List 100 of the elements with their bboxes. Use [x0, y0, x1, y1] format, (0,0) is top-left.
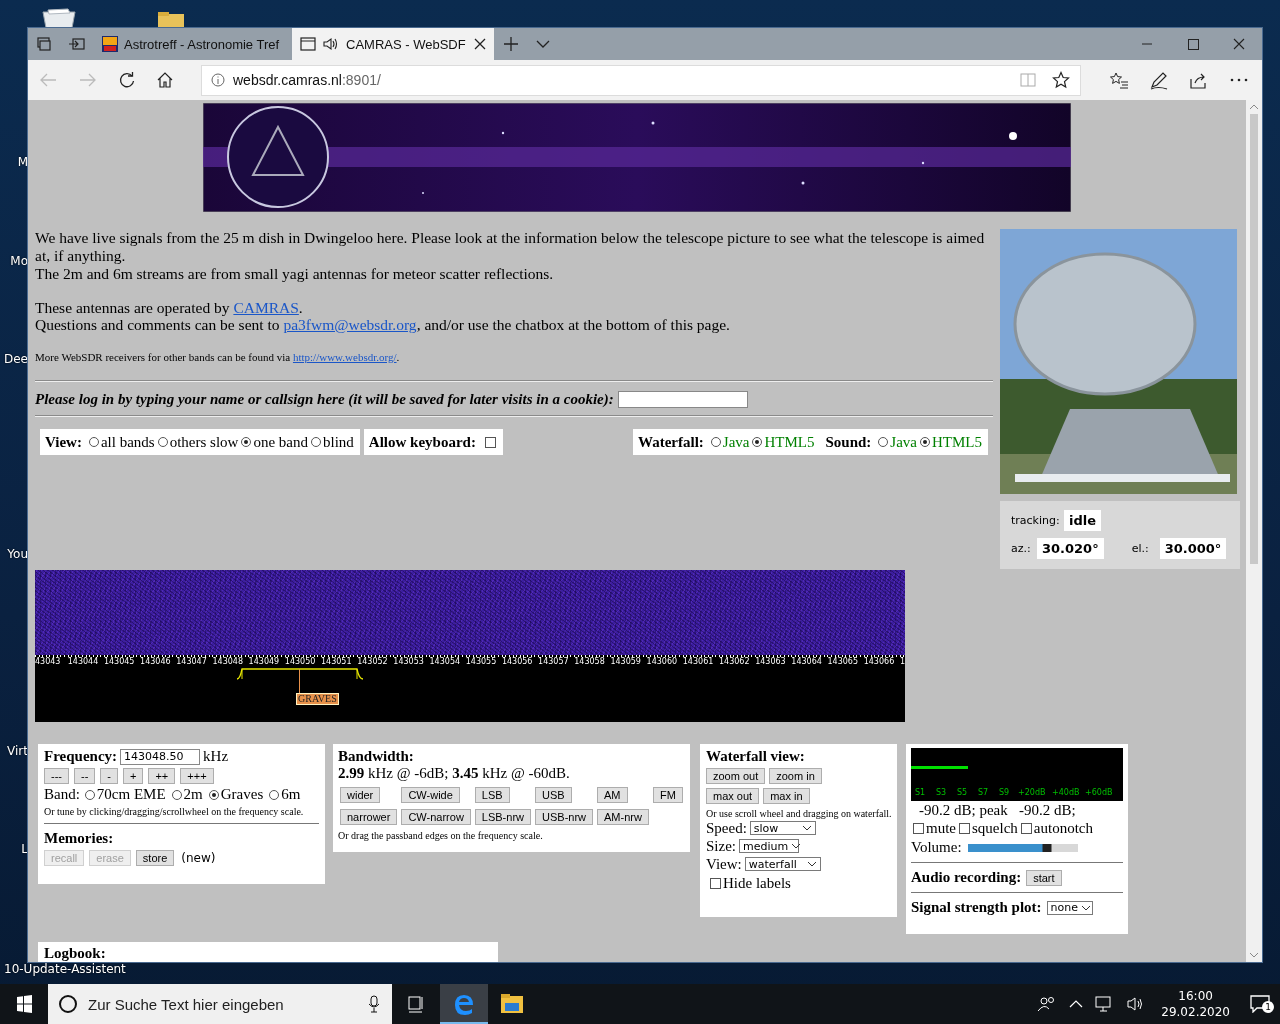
refresh-icon[interactable]: [118, 71, 136, 89]
notification-icon[interactable]: [1250, 995, 1270, 1013]
desktop-icon-label[interactable]: Mo: [10, 254, 28, 268]
desktop-icon-label[interactable]: L: [21, 842, 28, 856]
dropdown[interactable]: waterfall: [744, 857, 821, 871]
checkbox-label[interactable]: autonotch: [1033, 819, 1093, 837]
browser-app-icon[interactable]: [440, 984, 488, 1024]
step-button[interactable]: ---: [44, 768, 69, 784]
volume-slider[interactable]: [967, 843, 1078, 852]
new-tab-icon[interactable]: [503, 36, 519, 52]
radio-button[interactable]: [171, 789, 182, 800]
star-icon[interactable]: [1052, 71, 1070, 89]
mode-button[interactable]: CW-narrow: [401, 809, 471, 825]
step-button[interactable]: ++: [148, 768, 176, 784]
checkbox-label[interactable]: squelch: [972, 819, 1018, 837]
mode-button[interactable]: LSB-nrw: [474, 809, 531, 825]
name-input-field[interactable]: [617, 390, 748, 408]
zoom-button[interactable]: zoom out: [706, 768, 766, 784]
radio-label[interactable]: 70cm EME: [96, 786, 166, 803]
memory-button[interactable]: store: [135, 850, 175, 866]
link[interactable]: http://www.websdr.org/: [292, 351, 397, 363]
radio-button[interactable]: [88, 437, 99, 447]
microphone-icon[interactable]: [368, 995, 380, 1013]
checkbox[interactable]: [913, 822, 924, 834]
radio-label[interactable]: HTML5: [932, 433, 982, 451]
radio-button[interactable]: [752, 437, 763, 447]
share-icon[interactable]: [1189, 71, 1209, 89]
radio-button[interactable]: [920, 437, 930, 447]
radio-label[interactable]: HTML5: [764, 433, 815, 451]
mode-button[interactable]: AM-nrw: [597, 809, 649, 825]
clock-date[interactable]: 29.02.2020: [1161, 1004, 1230, 1020]
set-tabs-aside-icon[interactable]: [68, 36, 86, 52]
radio-button[interactable]: [208, 789, 219, 800]
mode-button[interactable]: LSB: [474, 787, 510, 803]
start-button[interactable]: start: [1026, 869, 1062, 886]
radio-button[interactable]: [878, 437, 889, 447]
caret-icon[interactable]: [535, 39, 551, 49]
home-icon[interactable]: [156, 71, 174, 89]
tab-overview-icon[interactable]: [36, 36, 52, 52]
browser-tab[interactable]: Astrotreff - Astronomie Tref: [94, 28, 292, 60]
radio-button[interactable]: [269, 789, 280, 800]
chevron-up-icon[interactable]: [1069, 999, 1084, 1009]
checkbox-label[interactable]: mute: [926, 819, 956, 837]
waterfall-display[interactable]: 43043 143044 143045 143046 143047 143048 143049 143050 143051 143052 143053 143054 143055 143056 143057 143058 143059 143060 143061 143062 143063 143064 143065 143066 1 GRAVES: [35, 570, 905, 722]
checkbox[interactable]: [959, 822, 970, 834]
radio-button[interactable]: [157, 437, 168, 447]
dropdown[interactable]: none: [1046, 900, 1093, 915]
zoom-button[interactable]: max in: [763, 788, 810, 804]
checkbox[interactable]: [484, 436, 496, 448]
mode-button[interactable]: USB: [535, 787, 572, 803]
mode-button[interactable]: narrower: [340, 809, 398, 825]
desktop-icon-label[interactable]: You: [7, 547, 28, 561]
dropdown[interactable]: medium: [739, 839, 799, 853]
radio-button[interactable]: [241, 437, 252, 447]
browser-tab[interactable]: CAMRAS - WebSDF: [292, 28, 494, 60]
more-icon[interactable]: [1229, 77, 1249, 83]
step-button[interactable]: +++: [180, 768, 214, 784]
radio-label[interactable]: Java: [722, 433, 750, 451]
favorites-list-icon[interactable]: [1109, 71, 1129, 89]
zoom-button[interactable]: max out: [706, 788, 760, 804]
mode-button[interactable]: AM: [597, 787, 628, 803]
link[interactable]: CAMRAS: [233, 299, 299, 316]
step-button[interactable]: --: [74, 768, 96, 784]
mode-button[interactable]: CW-wide: [401, 787, 460, 803]
radio-button[interactable]: [710, 437, 721, 447]
folder-icon[interactable]: [158, 12, 184, 28]
search-field[interactable]: Zur Suche Text hier eingeben: [48, 984, 392, 1024]
mode-button[interactable]: FM: [652, 787, 683, 803]
zoom-button[interactable]: zoom in: [769, 768, 822, 784]
frequency-input-field[interactable]: 143048.50: [120, 748, 201, 765]
speaker-icon[interactable]: [322, 37, 340, 51]
radio-label[interactable]: Java: [890, 433, 917, 451]
desktop-icon-label[interactable]: Dee: [4, 352, 28, 366]
step-button[interactable]: +: [123, 768, 144, 784]
passband-marker[interactable]: [236, 668, 364, 680]
checkbox[interactable]: [710, 878, 721, 889]
radio-button[interactable]: [311, 437, 321, 447]
scroll-up-icon[interactable]: [1249, 104, 1259, 110]
address-bar[interactable]: websdr.camras.nl:8901/: [201, 64, 1081, 96]
desktop-icon-label[interactable]: M: [17, 155, 28, 169]
scroll-down-icon[interactable]: [1249, 952, 1259, 958]
checkbox[interactable]: [1020, 822, 1032, 834]
pen-icon[interactable]: [1149, 70, 1169, 90]
radio-label[interactable]: blind: [323, 433, 354, 451]
radio-label[interactable]: 6m: [281, 786, 301, 803]
close-icon[interactable]: [474, 38, 486, 50]
radio-button[interactable]: [84, 789, 95, 800]
clock-time[interactable]: 16:00: [1178, 988, 1213, 1004]
station-label[interactable]: GRAVES: [296, 693, 339, 705]
mode-button[interactable]: wider: [340, 787, 381, 803]
mode-button[interactable]: USB-nrw: [535, 809, 594, 825]
radio-label[interactable]: 2m: [183, 786, 203, 803]
link[interactable]: pa3fwm@websdr.org: [283, 316, 417, 333]
radio-label[interactable]: one band: [253, 433, 308, 451]
dropdown[interactable]: slow: [749, 821, 816, 835]
slider-thumb[interactable]: [1042, 843, 1052, 852]
desktop-icon-label[interactable]: 10-Update-Assistent: [4, 962, 126, 976]
radio-label[interactable]: Graves: [220, 786, 264, 803]
checkbox-label[interactable]: Hide labels: [723, 875, 791, 892]
radio-label[interactable]: others slow: [169, 433, 239, 451]
